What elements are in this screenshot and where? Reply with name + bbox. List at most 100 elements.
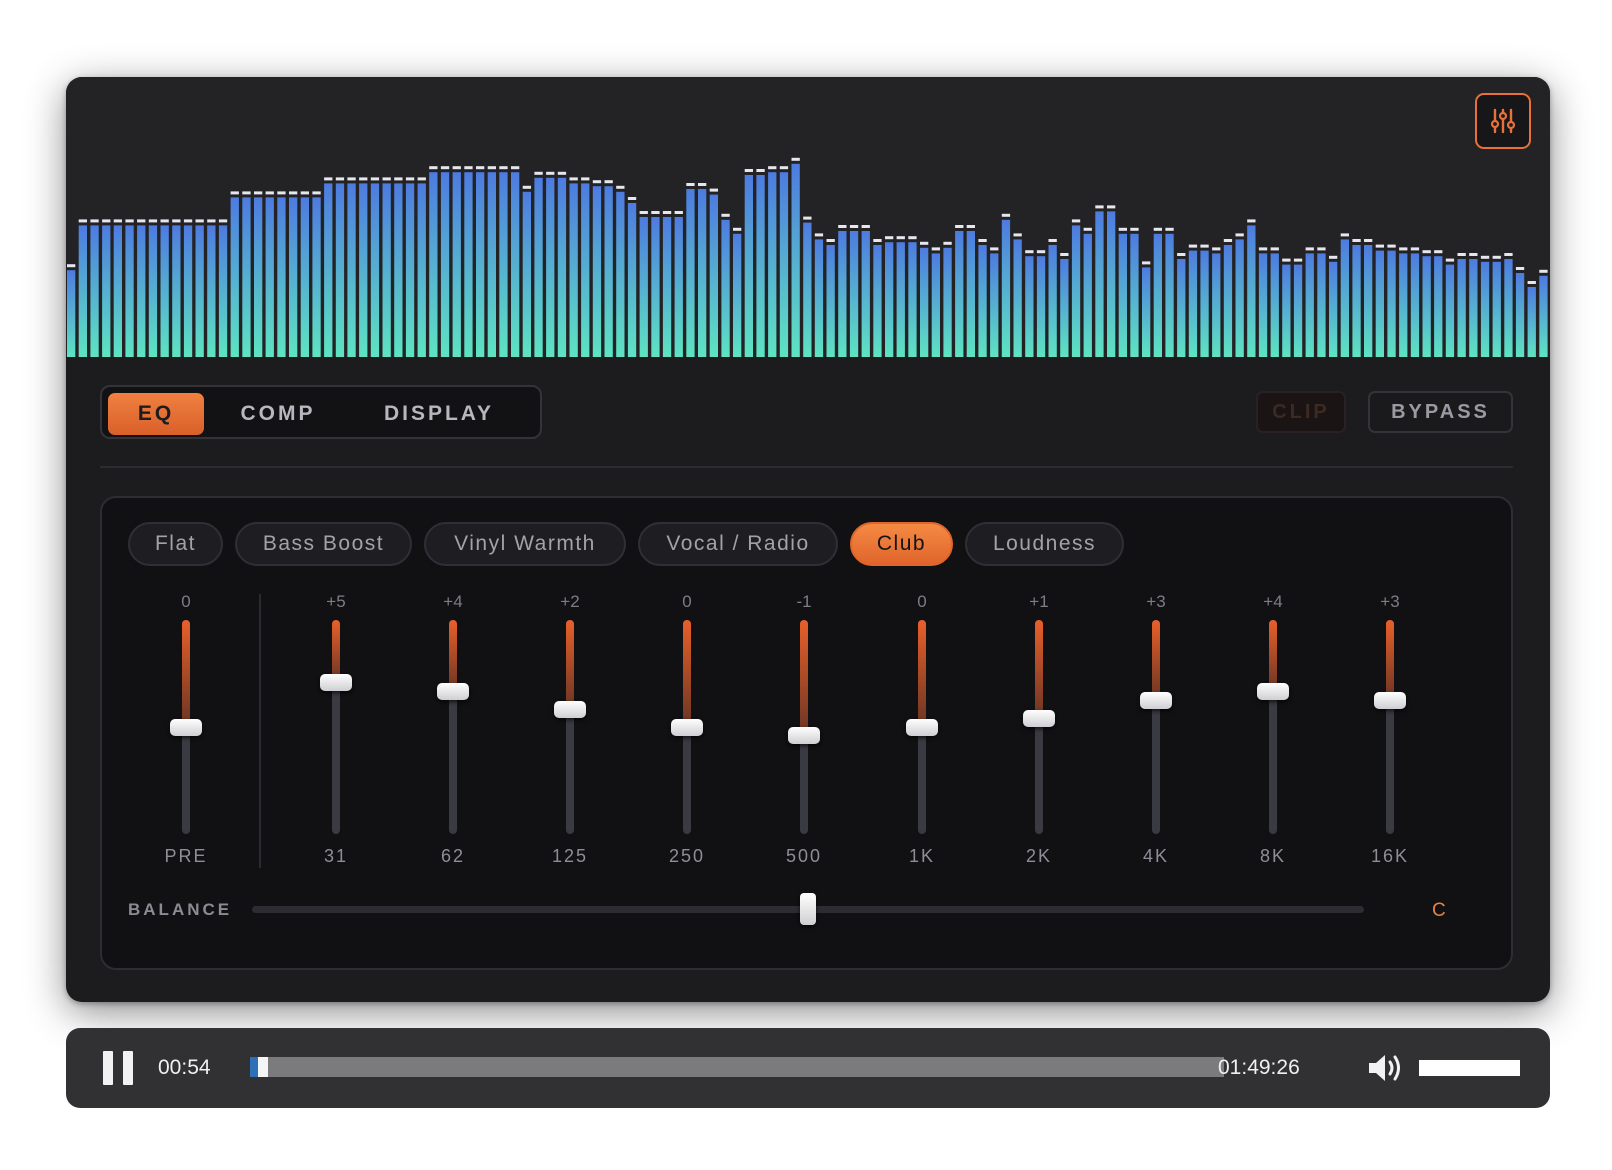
band-value: +4 <box>443 592 463 611</box>
spectrum-bar <box>931 253 940 357</box>
spectrum-peak <box>254 191 263 195</box>
band-value: +3 <box>1146 592 1166 611</box>
band-track[interactable] <box>449 620 457 834</box>
spectrum-peak <box>1457 253 1466 256</box>
spectrum-bar <box>125 225 134 357</box>
band-label: 500 <box>785 846 823 866</box>
spectrum-peak <box>1001 213 1011 217</box>
tab-display[interactable]: DISPLAY <box>374 393 504 435</box>
band-thumb[interactable] <box>906 718 938 736</box>
spectrum-peak <box>1025 250 1034 254</box>
spectrum-bar <box>1422 256 1431 357</box>
spectrum-bar <box>218 225 228 357</box>
eq-band-250: 0 250 <box>647 592 727 872</box>
band-track[interactable] <box>332 620 340 834</box>
eq-band-pre: 0 PRE <box>146 592 226 872</box>
spectrum-peak <box>1293 258 1303 262</box>
band-track[interactable] <box>1152 620 1160 834</box>
seek-bar[interactable] <box>250 1057 1224 1077</box>
spectrum-peak <box>756 169 765 172</box>
preset-flat[interactable]: Flat <box>128 522 223 566</box>
spectrum-peak <box>627 197 637 200</box>
spectrum-peak <box>733 227 742 231</box>
spectrum-bar <box>1153 233 1162 357</box>
pause-icon <box>103 1051 113 1085</box>
spectrum-bar <box>324 183 333 357</box>
band-track[interactable] <box>1035 620 1043 834</box>
band-label: 31 <box>323 846 349 866</box>
spectrum-peak <box>1013 233 1022 237</box>
volume-level <box>1419 1060 1520 1076</box>
spectrum-peak <box>604 180 613 184</box>
preset-vocal-radio[interactable]: Vocal / Radio <box>638 522 838 566</box>
spectrum-bar <box>347 183 356 357</box>
spectrum-bar <box>1375 250 1384 357</box>
volume-button[interactable] <box>1365 1048 1405 1088</box>
band-track[interactable] <box>1269 620 1277 834</box>
spectrum-bar <box>1282 264 1291 357</box>
band-thumb[interactable] <box>788 727 820 745</box>
spectrum-bar <box>1083 233 1092 357</box>
spectrum-peak <box>569 177 578 181</box>
band-track[interactable] <box>1386 620 1394 834</box>
spectrum-bar <box>183 225 193 357</box>
band-thumb[interactable] <box>170 718 202 736</box>
band-thumb[interactable] <box>1257 682 1289 700</box>
seek-handle[interactable] <box>257 1057 268 1077</box>
spectrum-peak <box>1375 244 1384 248</box>
spectrum-bar <box>686 189 695 357</box>
band-thumb[interactable] <box>1023 709 1055 727</box>
spectrum-peak <box>1060 253 1069 256</box>
band-thumb[interactable] <box>320 673 352 691</box>
spectrum-peak <box>1036 250 1046 254</box>
spectrum-peak <box>709 188 718 192</box>
preset-loudness[interactable]: Loudness <box>965 522 1124 566</box>
spectrum-bar <box>744 175 753 357</box>
preset-club[interactable]: Club <box>850 522 953 566</box>
preset-vinyl-warmth[interactable]: Vinyl Warmth <box>424 522 626 566</box>
spectrum-peak <box>522 185 531 189</box>
spectrum-bar <box>569 183 578 357</box>
total-duration: 01:49:26 <box>1218 1056 1300 1079</box>
spectrum-bar <box>1188 250 1198 357</box>
spectrum-peak <box>1107 205 1116 209</box>
spectrum-peak <box>1270 247 1279 251</box>
balance-thumb[interactable] <box>800 893 816 925</box>
band-thumb[interactable] <box>437 682 469 700</box>
spectrum-bar <box>1539 275 1548 357</box>
spectrum-bar <box>990 253 999 357</box>
band-thumb[interactable] <box>1140 691 1172 709</box>
band-thumb[interactable] <box>671 718 703 736</box>
spectrum-bar <box>779 172 789 357</box>
tab-comp[interactable]: COMP <box>218 393 338 435</box>
spectrum-bar <box>78 225 87 357</box>
pause-button[interactable] <box>103 1051 135 1085</box>
volume-slider[interactable] <box>1419 1060 1520 1076</box>
balance-value: C <box>1432 900 1446 921</box>
spectrum-peak <box>1177 253 1186 256</box>
spectrum-peak <box>966 225 975 228</box>
preset-bass-boost[interactable]: Bass Boost <box>235 522 412 566</box>
spectrum-bar <box>476 172 485 357</box>
spectrum-peak <box>896 236 905 240</box>
band-label: 1K <box>908 846 936 866</box>
spectrum-peak <box>534 171 543 175</box>
spectrum-bar <box>1434 256 1443 357</box>
band-track[interactable] <box>566 620 574 834</box>
spectrum-peak <box>1340 233 1349 237</box>
spectrum-bar <box>102 225 111 357</box>
spectrum-bar <box>674 217 683 357</box>
visualizer-settings-button[interactable] <box>1475 93 1531 149</box>
spectrum-peak <box>1165 227 1174 231</box>
band-thumb[interactable] <box>1374 691 1406 709</box>
spectrum-peak <box>487 166 496 170</box>
balance-label: BALANCE <box>128 900 233 919</box>
band-thumb[interactable] <box>554 700 586 718</box>
spectrum-bar <box>172 225 181 357</box>
spectrum-peak <box>721 213 730 217</box>
bypass-button[interactable]: BYPASS <box>1368 391 1513 433</box>
spectrum-bar <box>1515 273 1525 357</box>
tab-eq[interactable]: EQ <box>108 393 204 435</box>
spectrum-peak <box>90 219 99 223</box>
spectrum-bar <box>335 183 345 357</box>
